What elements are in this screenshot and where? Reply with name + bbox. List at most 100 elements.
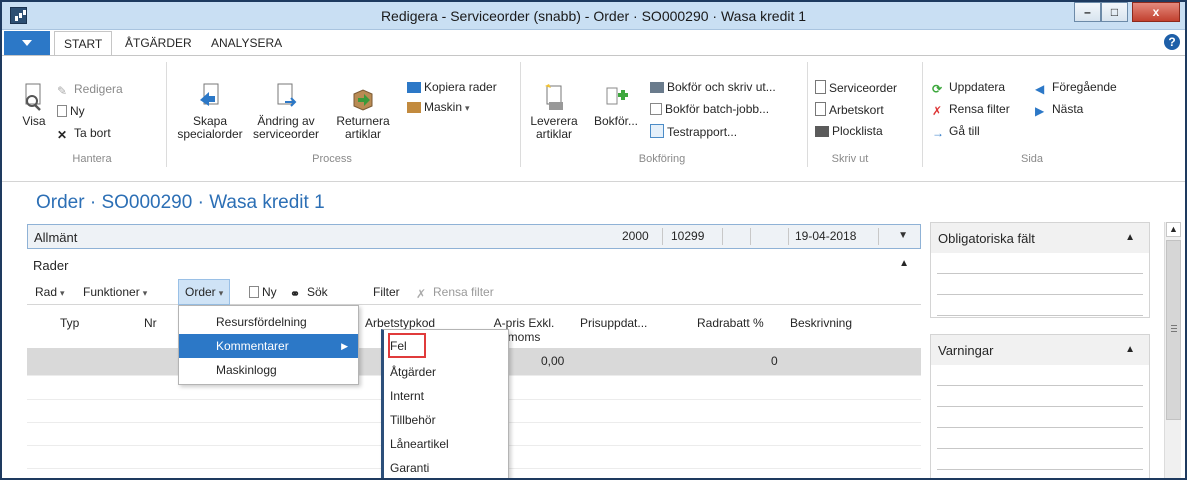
- bokfor-button[interactable]: Bokför...: [588, 82, 644, 128]
- returnera-label-2: artiklar: [344, 127, 381, 141]
- summary-date: 19-04-2018: [795, 229, 857, 243]
- chevron-up-icon[interactable]: ▲: [1125, 232, 1135, 243]
- sok-button[interactable]: ⚭ Sök: [290, 285, 328, 301]
- help-icon[interactable]: ?: [1164, 34, 1180, 50]
- rensa-filter-ribbon-label: Rensa filter: [949, 102, 1010, 116]
- returnera-artiklar-button[interactable]: Returnera artiklar: [328, 82, 398, 141]
- submenu-item-atgarder[interactable]: Åtgärder: [390, 361, 436, 383]
- factbox-line: [937, 365, 1143, 386]
- rad-menu[interactable]: Rad ▾: [35, 285, 65, 299]
- uppdatera-button[interactable]: ⟳ Uppdatera: [932, 80, 1006, 96]
- skapa-specialorder-button[interactable]: Skapa specialorder: [172, 82, 248, 141]
- redigera-button[interactable]: ✎ Redigera: [57, 82, 123, 98]
- order-menu[interactable]: Order ▾: [178, 279, 231, 305]
- fasttab-rader-label: Rader: [33, 258, 69, 273]
- fasttab-rader[interactable]: Rader ▲: [27, 253, 921, 277]
- summary-divider: [878, 228, 879, 245]
- factbox-header[interactable]: Varningar ▲: [931, 335, 1149, 365]
- post-icon: [606, 87, 628, 105]
- column-radrabatt[interactable]: Radrabatt %: [697, 316, 764, 330]
- serviceorder-label: Serviceorder: [829, 81, 898, 95]
- nasta-button[interactable]: ▶ Nästa: [1035, 102, 1084, 118]
- factbox-line: [937, 386, 1143, 407]
- redigera-label: Redigera: [74, 82, 123, 96]
- ta-bort-button[interactable]: ✕ Ta bort: [57, 126, 111, 142]
- returnera-label-1: Returnera: [336, 114, 390, 128]
- factbox-varningar-label: Varningar: [938, 343, 994, 358]
- menu-item-kommentarer[interactable]: Kommentarer ▶: [179, 334, 358, 358]
- ny-line-button[interactable]: Ny: [249, 285, 277, 299]
- foregaende-button[interactable]: ◀ Föregående: [1035, 80, 1117, 96]
- create-order-icon: [200, 83, 219, 106]
- factbox-header[interactable]: Obligatoriska fält ▲: [931, 223, 1149, 253]
- andring-av-serviceorder-button[interactable]: Ändring av serviceorder: [248, 82, 324, 141]
- fasttab-allmant[interactable]: Allmänt 2000 10299 19-04-2018 ▼: [27, 224, 921, 249]
- chevron-down-icon: ▾: [465, 103, 470, 113]
- filter-label: Filter: [373, 285, 400, 299]
- ga-till-button[interactable]: → Gå till: [932, 124, 980, 140]
- menu-item-maskinlogg[interactable]: Maskinlogg: [179, 358, 358, 382]
- bokfor-batch-jobb-button[interactable]: Bokför batch-jobb...: [650, 102, 769, 116]
- leverera-artiklar-button[interactable]: Leverera artiklar: [526, 82, 582, 141]
- submenu-item-tillbehor[interactable]: Tillbehör: [390, 409, 436, 431]
- column-nr[interactable]: Nr: [144, 316, 157, 330]
- testrapport-label: Testrapport...: [667, 125, 738, 139]
- maskin-button[interactable]: Maskin ▾: [407, 100, 470, 114]
- submenu-item-garanti[interactable]: Garanti: [390, 457, 429, 478]
- arbetskort-button[interactable]: Arbetskort: [815, 102, 884, 117]
- column-prisuppdat[interactable]: Prisuppdat...: [580, 316, 647, 330]
- funktioner-menu[interactable]: Funktioner ▾: [83, 285, 147, 299]
- ribbon-tabs: START ÅTGÄRDER ANALYSERA ?: [2, 31, 1185, 56]
- column-arbetstypkod[interactable]: Arbetstypkod: [365, 316, 435, 330]
- machine-icon: [407, 102, 421, 113]
- scroll-thumb[interactable]: [1166, 240, 1181, 420]
- serviceorder-print-button[interactable]: Serviceorder: [815, 80, 897, 95]
- group-label-bokforing: Bokföring: [638, 153, 686, 165]
- clear-filter-icon: ✗: [932, 104, 943, 118]
- vertical-scrollbar[interactable]: ▲: [1164, 222, 1181, 478]
- chevron-down-icon: ▾: [218, 288, 224, 298]
- file-menu-button[interactable]: [4, 31, 50, 55]
- bokfor-och-skriv-ut-button[interactable]: Bokför och skriv ut...: [650, 80, 776, 94]
- change-order-icon: [277, 83, 297, 107]
- factbox-line: [937, 449, 1143, 470]
- close-button[interactable]: x: [1132, 2, 1180, 22]
- funktioner-label: Funktioner: [83, 285, 140, 299]
- visa-button[interactable]: Visa: [16, 82, 52, 128]
- tab-start[interactable]: START: [54, 31, 113, 56]
- column-typ[interactable]: Typ: [60, 316, 79, 330]
- uppdatera-label: Uppdatera: [949, 80, 1006, 94]
- group-divider: [922, 62, 923, 167]
- tab-atgarder[interactable]: ÅTGÄRDER: [116, 31, 201, 55]
- chevron-up-icon[interactable]: ▲: [1125, 344, 1135, 355]
- leverera-label-2: artiklar: [535, 127, 572, 141]
- rensa-filter-ribbon-button[interactable]: ✗ Rensa filter: [932, 102, 1010, 118]
- page-title: Order · SO000290 · Wasa kredit 1: [36, 192, 325, 213]
- plocklista-button[interactable]: Plocklista: [815, 124, 883, 138]
- copy-lines-icon: [407, 82, 421, 93]
- factbox-varningar: Varningar ▲: [930, 334, 1150, 478]
- menu-item-resursfordelning[interactable]: Resursfördelning: [179, 310, 358, 334]
- window-title: Redigera - Serviceorder (snabb) - Order …: [380, 8, 807, 24]
- maximize-button[interactable]: □: [1101, 2, 1128, 22]
- filter-button[interactable]: Filter: [373, 285, 400, 299]
- column-beskrivning[interactable]: Beskrivning: [790, 316, 852, 330]
- ny-label: Ny: [70, 104, 85, 118]
- kopiera-rader-button[interactable]: Kopiera rader: [407, 80, 497, 94]
- submenu-item-fel[interactable]: Fel: [390, 335, 407, 357]
- scroll-up-icon[interactable]: ▲: [1166, 222, 1181, 237]
- nasta-label: Nästa: [1052, 102, 1084, 116]
- minimize-button[interactable]: –: [1074, 2, 1101, 22]
- testrapport-button[interactable]: Testrapport...: [650, 124, 737, 139]
- submenu-item-laneartikel[interactable]: Låneartikel: [390, 433, 449, 455]
- group-divider: [807, 62, 808, 167]
- chevron-up-icon[interactable]: ▲: [899, 258, 909, 269]
- submenu-item-internt[interactable]: Internt: [390, 385, 424, 407]
- ny-button[interactable]: Ny: [57, 104, 85, 118]
- test-report-icon: [650, 124, 664, 138]
- document-icon: [815, 102, 826, 116]
- rensa-filter-button[interactable]: ✗ Rensa filter: [416, 285, 494, 301]
- bokfor-label: Bokför...: [593, 114, 639, 128]
- tab-analysera[interactable]: ANALYSERA: [202, 31, 291, 55]
- chevron-down-icon[interactable]: ▼: [898, 230, 908, 241]
